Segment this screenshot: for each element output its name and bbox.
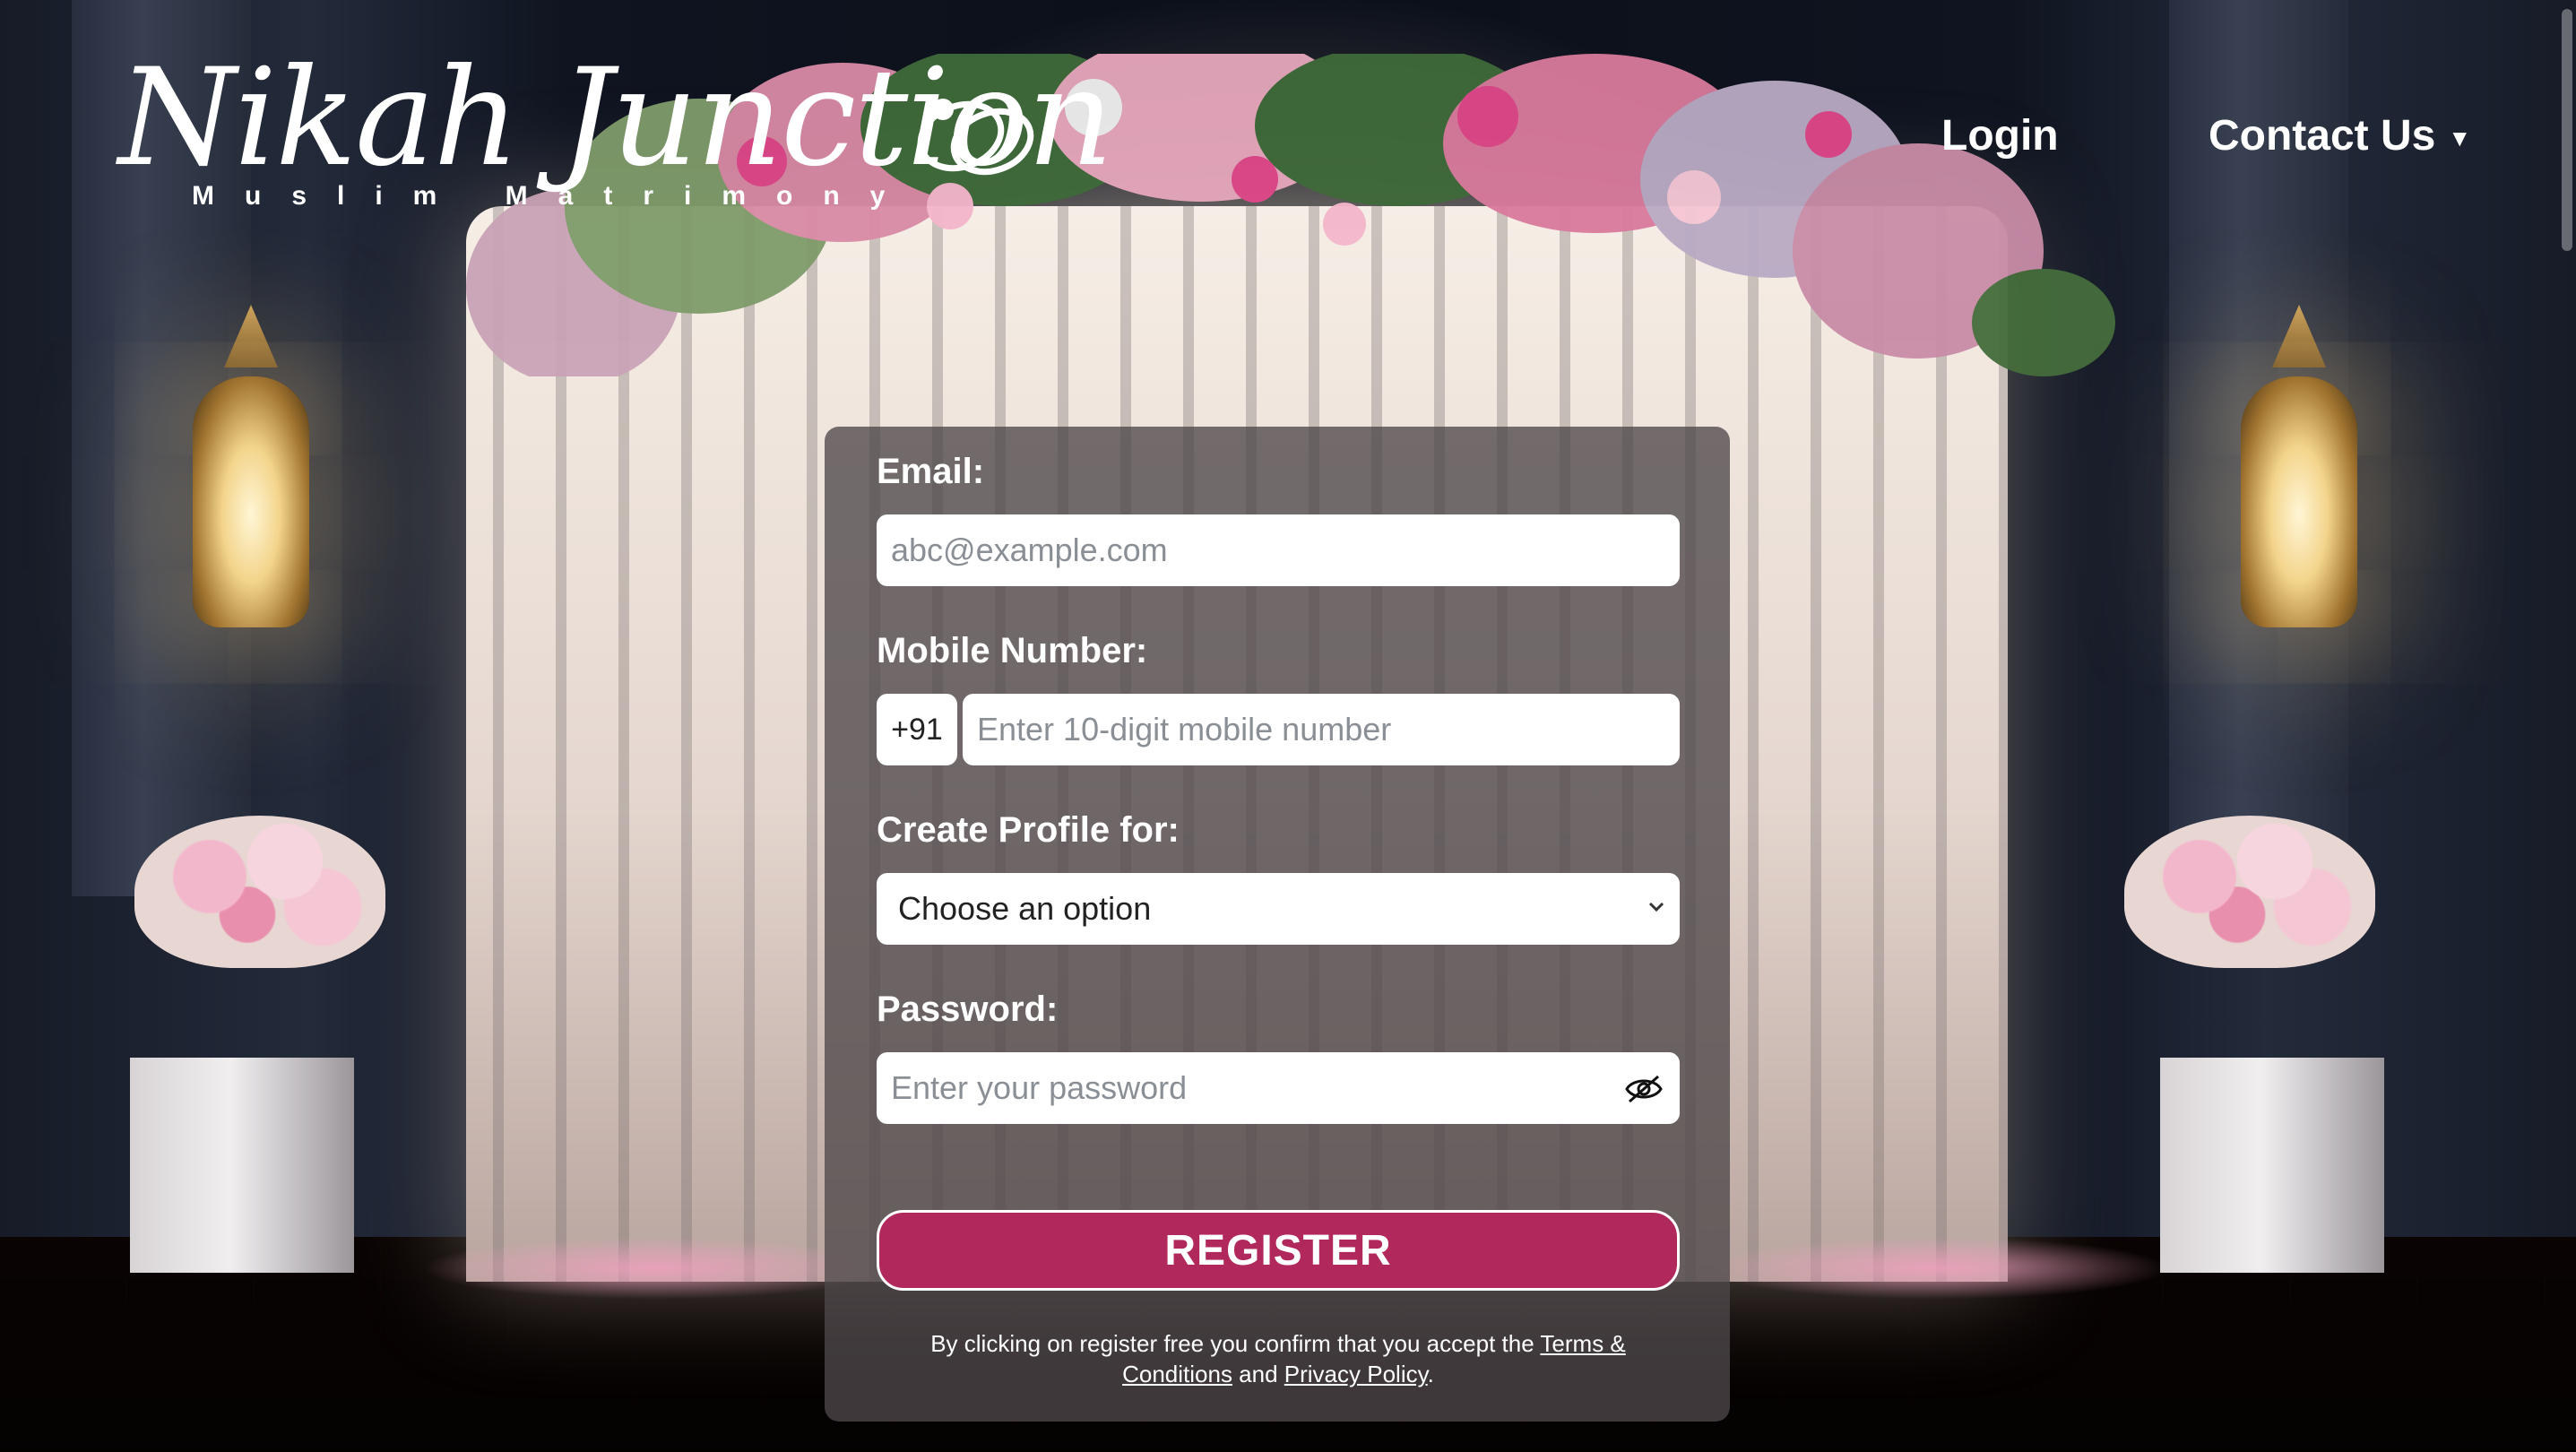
left-lantern (193, 376, 309, 627)
left-petals (421, 1237, 887, 1300)
password-label: Password: (877, 990, 1059, 1029)
mobile-input[interactable] (963, 694, 1680, 765)
terms-prefix: By clicking on register free you confirm… (930, 1330, 1541, 1357)
privacy-link[interactable]: Privacy Policy (1284, 1361, 1428, 1387)
right-petals (1703, 1237, 2169, 1300)
right-flower-vase (2124, 816, 2375, 968)
register-button[interactable]: REGISTER (877, 1210, 1680, 1291)
nav-contact-label: Contact Us (2209, 112, 2436, 160)
terms-suffix: . (1427, 1361, 1434, 1387)
terms-and: and (1232, 1361, 1284, 1387)
wedding-rings-icon (917, 99, 1034, 176)
email-input[interactable] (877, 514, 1680, 586)
terms-notice: By clicking on register free you confirm… (877, 1328, 1680, 1389)
chevron-down-icon (1648, 902, 1664, 912)
site-logo[interactable]: Nikah Junction Muslim Matrimony (118, 47, 1113, 226)
profile-for-label: Create Profile for: (877, 810, 1180, 850)
profile-for-selected: Choose an option (898, 890, 1152, 927)
right-pedestal (2160, 1058, 2384, 1273)
left-flower-vase (134, 816, 385, 968)
mobile-label: Mobile Number: (877, 631, 1148, 670)
profile-for-select[interactable]: Choose an option (877, 873, 1680, 945)
page-scrollbar[interactable] (2562, 9, 2572, 251)
right-lantern (2241, 376, 2357, 627)
logo-subtitle: Muslim Matrimony (192, 181, 916, 211)
left-pedestal (130, 1058, 354, 1273)
eye-slash-icon[interactable] (1624, 1074, 1664, 1104)
caret-down-icon: ▼ (2448, 124, 2472, 151)
email-label: Email: (877, 452, 985, 491)
nav-contact-dropdown[interactable]: Contact Us ▼ (2209, 111, 2471, 160)
nav-login-link[interactable]: Login (1941, 111, 2059, 160)
registration-form: Email: Mobile Number: +91 Create Profile… (825, 427, 1730, 1422)
country-code: +91 (877, 694, 957, 765)
password-field (825, 1052, 1730, 1124)
password-input[interactable] (877, 1052, 1680, 1124)
